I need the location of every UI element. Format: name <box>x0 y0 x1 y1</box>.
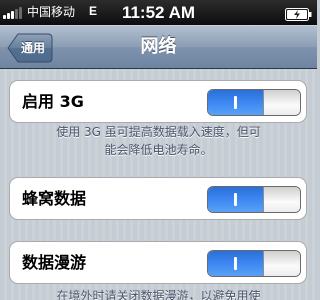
toggle-knob[interactable] <box>263 90 300 115</box>
setting-label: 数据漫游 <box>22 253 87 272</box>
page-title: 网络 <box>140 36 177 57</box>
cellular-data-toggle[interactable] <box>207 186 301 213</box>
enable-3g-toggle[interactable] <box>207 89 301 116</box>
navigation-bar: 通用 网络 <box>0 25 317 69</box>
battery-charging-icon <box>285 6 312 21</box>
roaming-note-line1: 在境外时请关闭数据漫游，以避免用使 <box>56 289 261 300</box>
toggle-on-mark-icon <box>234 193 237 206</box>
status-time: 11:52 AM <box>121 3 196 22</box>
enable-3g-note-line1: 使用 3G 虽可提高数据载入速度，但可 <box>56 125 261 139</box>
toggle-on-mark-icon <box>234 257 237 270</box>
toggle-on-mark-icon <box>234 96 237 109</box>
setting-row-enable-3g: 启用 3G <box>9 80 307 123</box>
enable-3g-note-line2: 能会降低电池寿命。 <box>104 143 213 157</box>
toggle-knob[interactable] <box>263 187 300 212</box>
toggle-knob[interactable] <box>263 251 300 276</box>
setting-label: 蜂窝数据 <box>22 189 87 208</box>
setting-row-data-roaming: 数据漫游 <box>9 241 307 284</box>
data-roaming-toggle[interactable] <box>207 250 301 277</box>
setting-label: 启用 3G <box>22 92 84 111</box>
settings-table: 启用 3G 使用 3G 虽可提高数据载入速度，但可 能会降低电池寿命。 蜂窝数据… <box>0 69 317 300</box>
status-bar: 中国移动 E 11:52 AM <box>0 0 317 25</box>
toggle-on-track <box>208 251 264 276</box>
toggle-on-track <box>208 90 264 115</box>
setting-row-cellular-data: 蜂窝数据 <box>9 177 307 220</box>
toggle-on-track <box>208 187 264 212</box>
